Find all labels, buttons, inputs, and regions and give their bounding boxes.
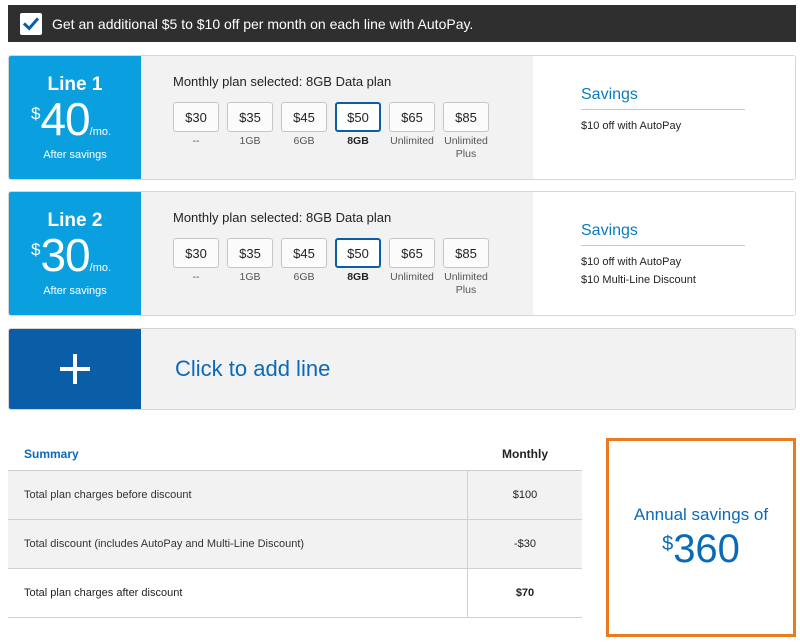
autopay-checkbox[interactable] [20, 12, 42, 35]
summary-title: Summary [24, 446, 79, 461]
row-label: Total plan charges before discount [8, 471, 468, 519]
plan-price-button[interactable]: $45 [281, 238, 327, 268]
plan-option[interactable]: $30 -- [173, 238, 219, 297]
plan-data-label: -- [192, 271, 200, 283]
plan-data-label: Unlimited Plus [444, 135, 488, 160]
plan-price-button[interactable]: $30 [173, 238, 219, 268]
savings-item: $10 off with AutoPay [581, 256, 682, 268]
plan-data-label: 8GB [347, 135, 369, 147]
plan-option[interactable]: $85 Unlimited Plus [443, 238, 489, 297]
plan-data-label: Unlimited Plus [444, 271, 488, 296]
table-row: Total plan charges before discount $100 [8, 471, 582, 520]
annual-currency: $ [662, 532, 674, 555]
plan-data-label: Unlimited [390, 271, 434, 283]
plan-options: $30 -- $35 1GB $45 6GB $50 8GB $65 Unlimited … [173, 238, 497, 297]
add-line-button[interactable]: Click to add line [8, 328, 796, 410]
summary-table: Summary Monthly Total plan charges befor… [8, 437, 582, 618]
plan-data-label: 6GB [293, 271, 315, 283]
price-amount: 40 [40, 93, 90, 145]
plan-option[interactable]: $50 8GB [335, 238, 381, 297]
plan-price-button[interactable]: $35 [227, 102, 273, 132]
savings-divider [581, 245, 745, 246]
plan-option[interactable]: $35 1GB [227, 238, 273, 297]
row-value: $70 [515, 587, 535, 599]
plan-price-button[interactable]: $45 [281, 102, 327, 132]
autopay-text: Get an additional $5 to $10 off per mont… [52, 15, 474, 32]
plan-price-button[interactable]: $35 [227, 238, 273, 268]
plan-data-label: Unlimited [390, 135, 434, 147]
row-value: $100 [512, 489, 538, 501]
savings-item: $10 off with AutoPay [581, 120, 682, 132]
plan-data-label: -- [192, 135, 200, 147]
savings-item: $10 Multi-Line Discount [581, 274, 696, 286]
autopay-banner: Get an additional $5 to $10 off per mont… [8, 5, 796, 42]
plan-price-button[interactable]: $50 [335, 102, 381, 132]
after-savings-label: After savings [43, 149, 107, 161]
plan-option[interactable]: $65 Unlimited [389, 102, 435, 161]
summary-header: Summary Monthly [8, 437, 582, 471]
after-savings-label: After savings [43, 285, 107, 297]
plan-data-label: 6GB [293, 135, 315, 147]
plan-option[interactable]: $50 8GB [335, 102, 381, 161]
plan-price-button[interactable]: $50 [335, 238, 381, 268]
line-card-2: Line 2 $30/mo. After savings Monthly pla… [8, 191, 796, 316]
plan-data-label: 1GB [239, 271, 261, 283]
savings-panel: Savings $10 off with AutoPay $10 Multi-L… [533, 192, 795, 315]
add-line-label[interactable]: Click to add line [175, 356, 330, 382]
savings-items: $10 off with AutoPay [581, 117, 681, 135]
price-currency: $ [31, 104, 41, 123]
savings-title: Savings [581, 222, 638, 239]
table-row: Total discount (includes AutoPay and Mul… [8, 520, 582, 569]
plan-data-label: 8GB [347, 271, 369, 283]
annual-savings-value: $360 [662, 527, 740, 571]
plan-data-label: 1GB [239, 135, 261, 147]
plan-options: $30 -- $35 1GB $45 6GB $50 8GB $65 Unlimited … [173, 102, 497, 161]
row-label: Total plan charges after discount [8, 569, 468, 617]
plan-option[interactable]: $85 Unlimited Plus [443, 102, 489, 161]
plan-price-button[interactable]: $65 [389, 102, 435, 132]
monthly-column-header: Monthly [502, 446, 548, 461]
plan-option[interactable]: $45 6GB [281, 238, 327, 297]
line-price-badge: Line 2 $30/mo. After savings [9, 192, 141, 315]
price-amount: 30 [40, 229, 90, 281]
line-price-badge: Line 1 $40/mo. After savings [9, 56, 141, 179]
plan-selector: Monthly plan selected: 8GB Data plan $30… [141, 56, 533, 179]
plan-price-button[interactable]: $65 [389, 238, 435, 268]
savings-items: $10 off with AutoPay $10 Multi-Line Disc… [581, 253, 696, 289]
savings-title: Savings [581, 86, 638, 103]
table-row-total: Total plan charges after discount $70 [8, 569, 582, 618]
price-currency: $ [31, 240, 41, 259]
line-price: $40/mo. [31, 96, 111, 142]
row-label: Total discount (includes AutoPay and Mul… [8, 520, 468, 568]
price-unit: /mo. [89, 262, 112, 274]
plan-price-button[interactable]: $85 [443, 102, 489, 132]
plan-price-button[interactable]: $30 [173, 102, 219, 132]
row-value: -$30 [513, 538, 537, 550]
annual-savings-box: Annual savings of $360 [606, 438, 796, 637]
price-unit: /mo. [89, 126, 112, 138]
line-price: $30/mo. [31, 232, 111, 278]
savings-divider [581, 109, 745, 110]
plan-price-button[interactable]: $85 [443, 238, 489, 268]
savings-panel: Savings $10 off with AutoPay [533, 56, 795, 179]
plan-option[interactable]: $45 6GB [281, 102, 327, 161]
annual-savings-label: Annual savings of [633, 504, 769, 524]
checkmark-icon [22, 16, 40, 31]
plan-option[interactable]: $65 Unlimited [389, 238, 435, 297]
plan-option[interactable]: $35 1GB [227, 102, 273, 161]
line-card-1: Line 1 $40/mo. After savings Monthly pla… [8, 55, 796, 180]
plan-selected-text: Monthly plan selected: 8GB Data plan [173, 210, 392, 225]
plan-selector: Monthly plan selected: 8GB Data plan $30… [141, 192, 533, 315]
add-line-badge[interactable] [9, 329, 141, 409]
plan-selected-text: Monthly plan selected: 8GB Data plan [173, 74, 392, 89]
annual-amount: 360 [673, 526, 740, 571]
plus-icon [60, 354, 90, 384]
plan-option[interactable]: $30 -- [173, 102, 219, 161]
